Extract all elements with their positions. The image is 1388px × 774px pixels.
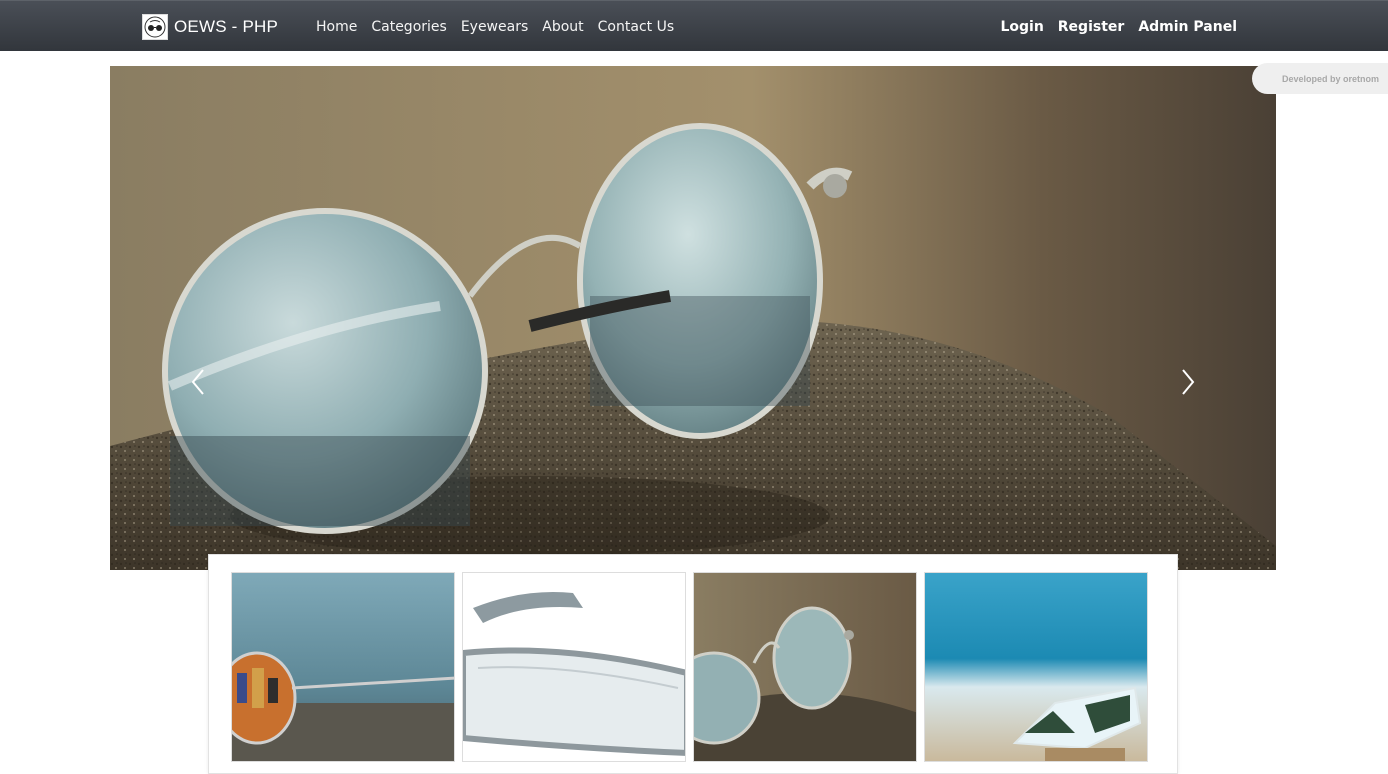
developer-badge-text: Developed by oretnom [1282, 73, 1380, 84]
beach-wayfarer-sunglasses-image [925, 573, 1147, 761]
nav-login[interactable]: Login [1000, 19, 1043, 35]
nav-about[interactable]: About [542, 19, 583, 35]
eyewear-thumbnail[interactable] [924, 572, 1148, 762]
eyewear-thumbnail[interactable] [462, 572, 686, 762]
account-nav: Login Register Admin Panel [986, 1, 1237, 52]
nav-home[interactable]: Home [316, 19, 357, 35]
carousel-slide-image [110, 66, 1276, 570]
safety-goggles-image [463, 573, 685, 761]
nav-admin-panel[interactable]: Admin Panel [1138, 19, 1237, 35]
hero-carousel [110, 66, 1276, 570]
carousel-prev-button[interactable] [183, 362, 213, 402]
nav-register[interactable]: Register [1058, 19, 1125, 35]
top-navbar: OEWS - PHP Home Categories Eyewears Abou… [0, 0, 1388, 51]
developer-badge[interactable]: Developed by oretnom [1252, 63, 1388, 94]
round-sunglasses-image [694, 573, 916, 761]
nav-categories[interactable]: Categories [371, 19, 446, 35]
carousel-next-button[interactable] [1173, 362, 1203, 402]
eyewear-thumbnail[interactable] [231, 572, 455, 762]
nav-eyewears[interactable]: Eyewears [461, 19, 528, 35]
chevron-right-icon [1182, 369, 1195, 395]
nav-contact-us[interactable]: Contact Us [598, 19, 674, 35]
main-nav: Home Categories Eyewears About Contact U… [316, 1, 688, 52]
brand-title: OEWS - PHP [174, 17, 279, 36]
aviator-sunglasses-image [232, 573, 454, 761]
chevron-left-icon [191, 369, 204, 395]
glasses-logo-icon [142, 14, 168, 40]
eyewear-thumbnail[interactable] [693, 572, 917, 762]
brand-link[interactable]: OEWS - PHP [142, 13, 278, 41]
featured-eyewear-panel [208, 554, 1178, 774]
